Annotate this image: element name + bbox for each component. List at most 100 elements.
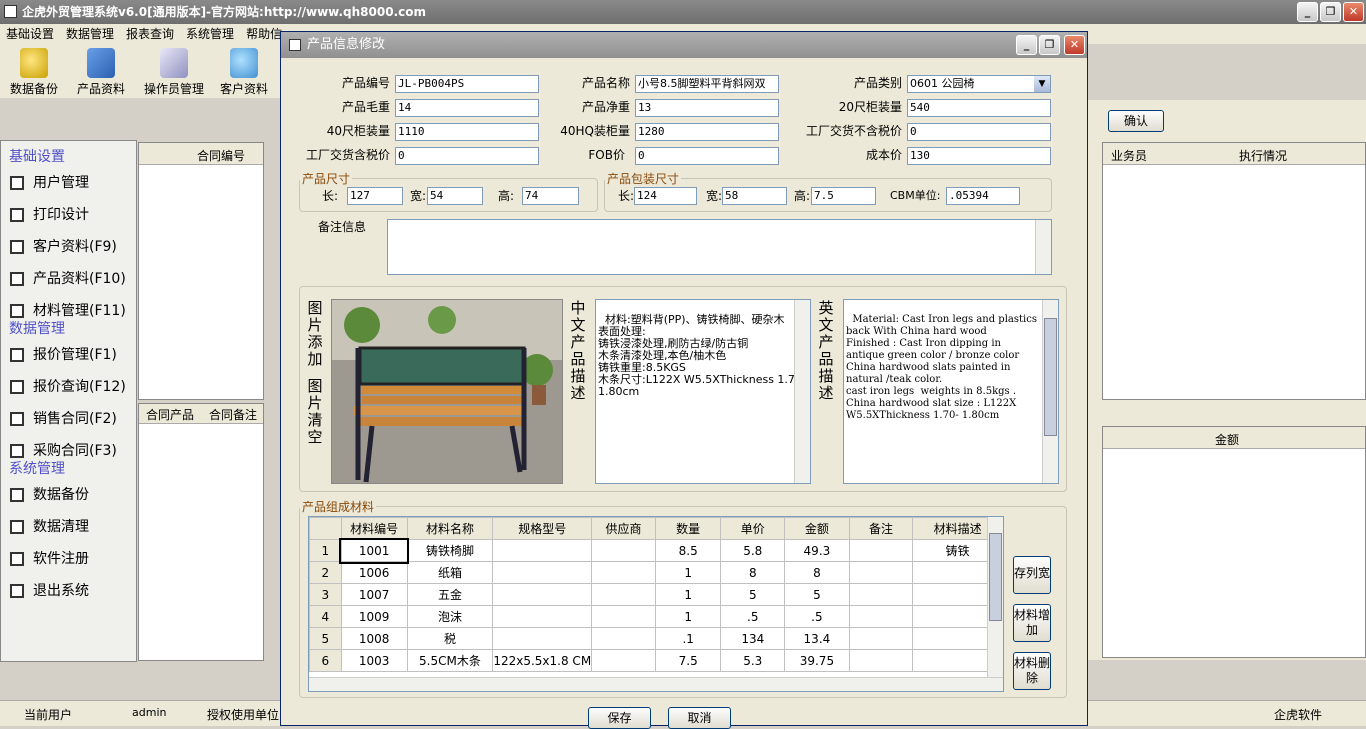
hq40-input[interactable]: 1280 [635, 123, 779, 141]
col-header[interactable]: 材料名称 [406, 517, 494, 540]
col-header[interactable]: 金额 [784, 517, 850, 540]
menu-system[interactable]: 系统管理 [180, 24, 240, 44]
table-cell[interactable]: 1009 [340, 605, 408, 628]
table-cell[interactable]: 1 [654, 561, 722, 584]
dialog-close-button[interactable]: ✕ [1064, 35, 1085, 55]
table-cell[interactable] [848, 561, 914, 584]
en-desc-scrollbar[interactable] [1042, 300, 1058, 483]
table-cell[interactable] [591, 561, 656, 584]
notes-textarea[interactable] [387, 219, 1052, 275]
table-cell[interactable]: 5.8 [720, 539, 786, 562]
table-cell[interactable]: 纸箱 [406, 561, 494, 584]
col-header[interactable]: 备注 [848, 517, 914, 540]
price-ex-tax-input[interactable]: 0 [907, 123, 1051, 141]
table-cell[interactable]: 五金 [406, 583, 494, 606]
size-height-input[interactable]: 74 [522, 187, 579, 205]
table-cell[interactable]: 7.5 [654, 649, 722, 672]
sidebar-item-quotes[interactable]: 报价管理(F1) [1, 339, 136, 371]
sidebar-item-cleanup[interactable]: 数据清理 [1, 511, 136, 543]
table-cell[interactable]: 122x5.5x1.8 CM [492, 649, 593, 672]
image-add-button[interactable]: 图片添加 [306, 300, 324, 370]
cn-desc-scrollbar[interactable] [794, 300, 810, 483]
table-cell[interactable]: 39.75 [784, 649, 850, 672]
ft20-input[interactable]: 540 [907, 99, 1051, 117]
menu-report[interactable]: 报表查询 [120, 24, 180, 44]
dialog-maximize-button[interactable]: ❐ [1039, 35, 1060, 55]
sidebar-item-exit[interactable]: 退出系统 [1, 575, 136, 607]
menu-data[interactable]: 数据管理 [60, 24, 120, 44]
toolbar-customer-button[interactable]: 客户资料 [213, 48, 275, 97]
table-row[interactable]: 6 1003 5.5CM木条 122x5.5x1.8 CM 7.5 5.3 39.75 [309, 649, 1003, 672]
table-cell[interactable]: 5.3 [720, 649, 786, 672]
table-cell[interactable] [492, 583, 593, 606]
close-button[interactable]: ✕ [1343, 2, 1364, 22]
table-cell[interactable]: 1006 [340, 561, 408, 584]
chevron-down-icon[interactable]: ▼ [1034, 76, 1050, 92]
table-cell[interactable]: 1003 [340, 649, 408, 672]
delete-material-button[interactable]: 材料删除 [1013, 652, 1051, 690]
product-code-input[interactable]: JL-PB004PS [395, 75, 539, 93]
col-header[interactable]: 单价 [720, 517, 786, 540]
table-cell[interactable] [591, 539, 656, 562]
category-select[interactable]: 0601 公园椅 ▼ [907, 75, 1051, 93]
sidebar-item-purchase-contracts[interactable]: 采购合同(F3) [1, 435, 136, 467]
tab-contract-notes[interactable]: 合同备注 [209, 406, 257, 423]
save-column-width-button[interactable]: 存列宽 [1013, 556, 1051, 594]
minimize-button[interactable]: _ [1297, 2, 1318, 22]
cost-input[interactable]: 130 [907, 147, 1051, 165]
table-cell[interactable]: 铸铁椅脚 [406, 539, 494, 562]
sidebar-item-backup[interactable]: 数据备份 [1, 479, 136, 511]
table-cell[interactable] [848, 605, 914, 628]
product-name-input[interactable]: 小号8.5脚塑料平背斜网双 [635, 75, 779, 93]
dialog-minimize-button[interactable]: _ [1016, 35, 1037, 55]
image-clear-button[interactable]: 图片清空 [306, 378, 324, 448]
col-header[interactable]: 供应商 [591, 517, 656, 540]
ft40-input[interactable]: 1110 [395, 123, 539, 141]
table-cell[interactable]: 5.5CM木条 [406, 649, 494, 672]
confirm-button[interactable]: 确认 [1108, 110, 1164, 132]
toolbar-operator-button[interactable]: 操作员管理 [143, 48, 205, 97]
en-desc-scroll-thumb[interactable] [1044, 318, 1057, 436]
table-cell[interactable]: 8 [720, 561, 786, 584]
table-cell[interactable] [848, 627, 914, 650]
table-cell[interactable]: 5 [784, 583, 850, 606]
table-row[interactable]: 2 1006 纸箱 1 8 8 [309, 561, 1003, 584]
maximize-button[interactable]: ❐ [1320, 2, 1341, 22]
table-cell[interactable] [492, 561, 593, 584]
table-cell[interactable]: 5 [720, 583, 786, 606]
table-cell[interactable] [492, 627, 593, 650]
materials-vscroll-thumb[interactable] [989, 533, 1002, 621]
toolbar-backup-button[interactable]: 数据备份 [3, 48, 65, 97]
table-cell[interactable] [848, 649, 914, 672]
sidebar-item-print[interactable]: 打印设计 [1, 199, 136, 231]
table-cell[interactable] [848, 583, 914, 606]
menu-basic[interactable]: 基础设置 [0, 24, 60, 44]
sidebar-item-users[interactable]: 用户管理 [1, 167, 136, 199]
sidebar-item-sales-contracts[interactable]: 销售合同(F2) [1, 403, 136, 435]
table-cell[interactable]: 1 [654, 583, 722, 606]
table-cell[interactable]: 1007 [340, 583, 408, 606]
table-cell[interactable]: 8 [784, 561, 850, 584]
table-cell[interactable] [848, 539, 914, 562]
table-cell[interactable] [492, 539, 593, 562]
table-row[interactable]: 4 1009 泡沫 1.5.5 [309, 605, 1003, 628]
table-cell[interactable]: 1 [654, 605, 722, 628]
sidebar-item-register[interactable]: 软件注册 [1, 543, 136, 575]
table-cell[interactable] [591, 649, 656, 672]
table-cell[interactable]: 税 [406, 627, 494, 650]
sidebar-item-customers[interactable]: 客户资料(F9) [1, 231, 136, 263]
fob-input[interactable]: 0 [635, 147, 779, 165]
sidebar-item-materials[interactable]: 材料管理(F11) [1, 295, 136, 327]
materials-hscroll[interactable] [309, 677, 1003, 691]
col-header[interactable]: 规格型号 [492, 517, 593, 540]
table-row[interactable]: 5 1008 税 .1 134 13.4 [309, 627, 1003, 650]
table-row[interactable]: 1 1001 铸铁椅脚 8.5 5.8 49.3 铸铁 [309, 537, 1003, 564]
size-width-input[interactable]: 54 [427, 187, 483, 205]
gross-weight-input[interactable]: 14 [395, 99, 539, 117]
table-cell[interactable]: 49.3 [784, 539, 850, 562]
materials-vscroll[interactable] [987, 517, 1003, 677]
table-cell[interactable]: 8.5 [654, 539, 722, 562]
table-cell[interactable]: .1 [654, 627, 722, 650]
table-row[interactable]: 3 1007 五金 1 5 5 [309, 583, 1003, 606]
table-cell[interactable] [591, 605, 656, 628]
